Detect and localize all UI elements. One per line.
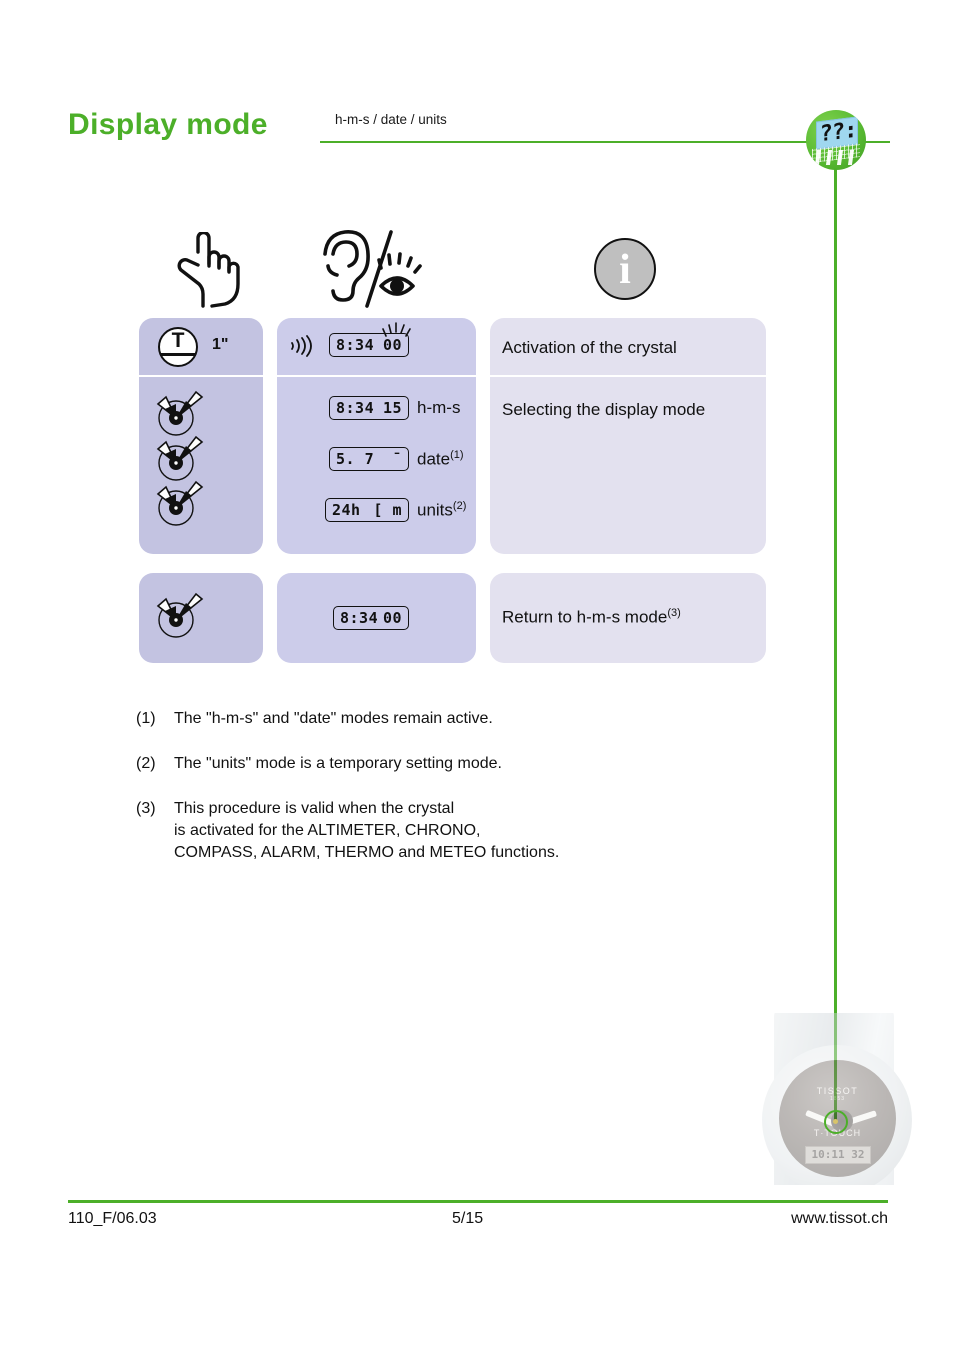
- lcd-left-value: 24h: [332, 501, 361, 519]
- row-divider-action: [139, 375, 263, 377]
- footnote-number: (3): [136, 800, 156, 817]
- watch-brand: TISSOT 1853: [779, 1086, 896, 1102]
- watch-brand-text: TISSOT: [816, 1086, 859, 1096]
- footer-divider: [68, 1200, 888, 1203]
- green-highlight-marker: [824, 1110, 848, 1134]
- description-selecting: Selecting the display mode: [502, 400, 706, 419]
- lcd-label-date: date(1): [417, 449, 464, 470]
- header-divider: [320, 141, 890, 143]
- footnote-text: The "units" mode is a temporary setting …: [174, 755, 502, 772]
- info-icon: i: [594, 238, 656, 300]
- lcd-display-date: 5. 7 ¯: [329, 447, 409, 471]
- ear-eye-icon: [315, 228, 445, 315]
- description-return: Return to h-m-s mode(3): [502, 607, 681, 628]
- footnote-ref: (3): [667, 607, 681, 619]
- page-subtitle: h-m-s / date / units: [335, 112, 447, 127]
- footnote-ref: (2): [452, 500, 467, 512]
- row-divider-description: [490, 375, 766, 377]
- t-button-letter: T: [171, 329, 185, 352]
- lcd-label-text: units: [417, 500, 453, 520]
- footnote-number: (1): [136, 710, 156, 727]
- lcd-right-value: [ m: [373, 501, 402, 519]
- tissot-watch-photo: TISSOT 1853 T·TOUCH 10:11 32: [752, 1013, 934, 1185]
- t-button-duration: 1": [212, 336, 229, 353]
- description-activation: Activation of the crystal: [502, 338, 677, 357]
- lcd-display-hms: 8:34 15: [329, 396, 409, 420]
- footnote-ref: (1): [450, 449, 464, 461]
- lcd-label-units: units(2): [417, 500, 466, 521]
- lcd-label-hms: h-m-s: [417, 398, 460, 418]
- page-title: Display mode: [68, 108, 268, 141]
- footer-website-link[interactable]: www.tissot.ch: [791, 1210, 888, 1228]
- green-marker-core: [833, 1119, 838, 1124]
- lcd-right-value: 00: [382, 609, 402, 627]
- footnote-item: (1) The "h-m-s" and "date" modes remain …: [136, 708, 756, 730]
- lcd-display-return-hms: 8:34 00: [333, 606, 409, 630]
- lcd-display-units: 24h [ m: [325, 498, 409, 522]
- watch-hands-icon: [152, 590, 204, 642]
- footer-document-code: 110_F/06.03: [68, 1210, 157, 1227]
- footnote-number: (2): [136, 755, 156, 772]
- sound-waves-icon: [288, 335, 314, 357]
- watch-hands-icon: [152, 478, 204, 530]
- footnote-item: (3) This procedure is valid when the cry…: [136, 798, 756, 864]
- footnotes: (1) The "h-m-s" and "date" modes remain …: [136, 708, 756, 887]
- lcd-left-value: 8:34: [340, 609, 379, 627]
- footnote-item: (2) The "units" mode is a temporary sett…: [136, 753, 756, 775]
- t-button-icon: T: [158, 327, 198, 367]
- description-text: Return to h-m-s mode: [502, 607, 668, 627]
- lcd-right-value: ¯: [392, 450, 402, 468]
- footnote-text: This procedure is valid when the crystal…: [174, 800, 560, 861]
- watch-sub-lcd: 10:11 32: [805, 1146, 871, 1164]
- green-connector-line: [834, 168, 837, 1123]
- lcd-label-text: h-m-s: [417, 398, 461, 417]
- pointing-hand-icon: [168, 230, 240, 313]
- lcd-right-value: 00: [382, 336, 402, 354]
- page-header: Display mode h-m-s / date / units: [68, 108, 890, 168]
- info-icon-glyph: i: [594, 238, 656, 300]
- footnote-text: The "h-m-s" and "date" modes remain acti…: [174, 710, 493, 727]
- lcd-right-value: 15: [382, 399, 402, 417]
- lcd-left-value: 8:34: [336, 336, 375, 354]
- lcd-label-text: date: [417, 449, 451, 469]
- display-mode-watch-badge: ??:: [806, 110, 866, 170]
- t-button-bar: [160, 353, 196, 356]
- lcd-left-value: 5. 7: [336, 450, 375, 468]
- lcd-left-value: 8:34: [336, 399, 375, 417]
- badge-bars: [814, 150, 860, 166]
- row-divider-feedback: [277, 375, 476, 377]
- watch-brand-year: 1853: [829, 1096, 846, 1102]
- footer-page-number: 5/15: [452, 1210, 484, 1227]
- lcd-display-activation: 8:34 00: [329, 333, 409, 357]
